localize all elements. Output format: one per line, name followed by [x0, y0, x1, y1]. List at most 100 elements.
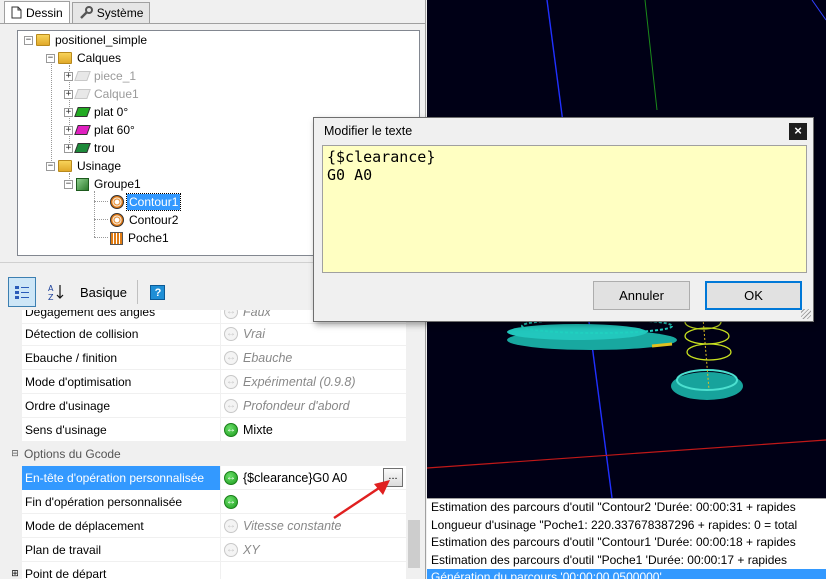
- property-row[interactable]: Détection de collision ↔ Vrai: [8, 321, 406, 346]
- tree-node-label: Poche1: [128, 231, 169, 245]
- row-margin: [8, 417, 22, 442]
- expand-icon[interactable]: ⊞: [8, 561, 22, 579]
- dialog-text-area[interactable]: [322, 145, 807, 273]
- override-active-icon[interactable]: ↔: [224, 494, 238, 509]
- collapse-icon[interactable]: −: [64, 179, 73, 189]
- log-line-selected: Génération du parcours '00:00:00.0500000…: [427, 569, 826, 579]
- tree-node-groupe[interactable]: − Groupe1: [64, 175, 143, 193]
- pocket-op-icon: [110, 231, 123, 245]
- output-log[interactable]: Estimation des parcours d'outil "Contour…: [427, 498, 826, 579]
- tree-node-layer[interactable]: + trou: [64, 139, 117, 157]
- tree-node-usinage[interactable]: − Usinage: [46, 157, 123, 175]
- tree-node-calques[interactable]: − Calques: [46, 49, 123, 67]
- tree-node-poche1[interactable]: Poche1: [110, 229, 171, 247]
- property-row[interactable]: Mode d'optimisation ↔ Expérimental (0.9.…: [8, 369, 406, 394]
- expand-icon[interactable]: +: [64, 143, 73, 153]
- property-row[interactable]: Plan de travail ↔ XY: [8, 537, 406, 562]
- tree-line: [94, 201, 108, 202]
- row-margin: [8, 369, 22, 394]
- tree-node-contour1[interactable]: Contour1: [110, 193, 182, 211]
- expand-icon[interactable]: +: [64, 107, 73, 117]
- tree-node-label: Contour2: [129, 213, 179, 227]
- tab-systeme-label: Système: [96, 6, 144, 20]
- log-line: Estimation des parcours d'outil "Contour…: [431, 535, 796, 549]
- folder-icon: [36, 34, 50, 46]
- tree-node-label: positionel_simple: [55, 33, 148, 47]
- folder-icon: [58, 160, 72, 172]
- log-line: Estimation des parcours d'outil "Poche1 …: [431, 552, 788, 567]
- tab-dessin[interactable]: Dessin: [4, 1, 70, 23]
- dialog-title: Modifier le texte: [324, 124, 413, 138]
- property-value[interactable]: Expérimental (0.9.8): [241, 370, 406, 394]
- property-value[interactable]: Profondeur d'abord: [241, 394, 406, 418]
- axis-line-blue: [811, 0, 826, 21]
- expand-icon[interactable]: +: [64, 89, 73, 99]
- tree-node-layer[interactable]: + plat 60°: [64, 121, 137, 139]
- tree-node-contour2[interactable]: Contour2: [110, 211, 180, 229]
- property-scrollbar[interactable]: [406, 310, 422, 579]
- category-label: Options du Gcode: [24, 446, 121, 461]
- collapse-icon[interactable]: ⊟: [8, 441, 22, 466]
- inherit-toggle-icon[interactable]: ↔: [224, 542, 238, 557]
- property-value[interactable]: Mixte: [241, 418, 406, 442]
- tree-node-label: Usinage: [77, 159, 122, 173]
- property-row[interactable]: Ebauche / finition ↔ Ebauche: [8, 345, 406, 370]
- categorized-button[interactable]: [8, 277, 36, 307]
- tree-node-label: Groupe1: [94, 177, 141, 191]
- property-name: Plan de travail: [22, 537, 221, 562]
- row-margin: [8, 489, 22, 514]
- inherit-toggle-icon[interactable]: ↔: [224, 518, 238, 533]
- tree-node-layer[interactable]: + Calque1: [64, 85, 141, 103]
- property-value[interactable]: XY: [241, 538, 406, 562]
- inherit-toggle-icon[interactable]: ↔: [224, 374, 238, 389]
- property-value[interactable]: Ebauche: [241, 346, 406, 370]
- tree-node-label: Calques: [77, 51, 122, 65]
- inherit-toggle-icon[interactable]: ↔: [224, 310, 238, 319]
- collapse-icon[interactable]: −: [46, 53, 55, 63]
- scrollbar-thumb[interactable]: [408, 520, 420, 568]
- folder-icon: [58, 52, 72, 64]
- red-arrow-annotation: [333, 480, 390, 519]
- close-icon[interactable]: ×: [789, 123, 807, 140]
- property-row[interactable]: ⊞ Point de départ: [8, 561, 406, 579]
- panel-tabs: Dessin Système: [4, 1, 152, 24]
- contour-op-icon: [110, 195, 124, 209]
- collapse-icon[interactable]: −: [24, 35, 33, 45]
- cancel-button[interactable]: Annuler: [593, 281, 690, 310]
- override-active-icon[interactable]: ↔: [224, 470, 238, 485]
- tree-line: [94, 191, 95, 237]
- tree-node-root[interactable]: − positionel_simple: [24, 31, 149, 49]
- basic-button[interactable]: Basique: [76, 277, 131, 307]
- property-value[interactable]: [241, 562, 406, 579]
- inherit-toggle-icon[interactable]: ↔: [224, 398, 238, 413]
- ok-button[interactable]: OK: [705, 281, 802, 310]
- inherit-toggle-icon[interactable]: ↔: [224, 350, 238, 365]
- tab-dessin-label: Dessin: [26, 5, 63, 20]
- property-value[interactable]: Vrai: [241, 322, 406, 346]
- help-button[interactable]: ?: [144, 277, 172, 307]
- override-active-icon[interactable]: ↔: [224, 422, 238, 437]
- property-category[interactable]: ⊟ Options du Gcode: [8, 441, 406, 466]
- inherit-toggle-icon[interactable]: ↔: [224, 326, 238, 341]
- property-row[interactable]: Ordre d'usinage ↔ Profondeur d'abord: [8, 393, 406, 418]
- expand-icon[interactable]: +: [64, 125, 73, 135]
- property-grid[interactable]: Dégagement des angles ↔ Faux Détection d…: [8, 310, 406, 579]
- tree-node-label: trou: [94, 141, 115, 155]
- toolpath-shape: [686, 343, 732, 361]
- collapse-icon[interactable]: −: [46, 161, 55, 171]
- svg-text:A: A: [48, 284, 54, 293]
- property-row[interactable]: Sens d'usinage ↔ Mixte: [8, 417, 406, 442]
- sort-az-button[interactable]: A Z: [42, 277, 70, 307]
- axis-line-red: [427, 439, 826, 469]
- contour-op-icon: [110, 213, 124, 227]
- expand-icon[interactable]: +: [64, 71, 73, 81]
- tab-divider: [0, 23, 426, 24]
- edit-text-dialog: Modifier le texte × Annuler OK: [313, 117, 814, 322]
- row-margin: [8, 345, 22, 370]
- row-margin: [8, 321, 22, 346]
- resize-grip-icon[interactable]: [801, 309, 811, 319]
- layer-icon: [74, 107, 91, 117]
- tab-systeme[interactable]: Système: [71, 2, 151, 23]
- tree-node-layer[interactable]: + plat 0°: [64, 103, 130, 121]
- tree-node-layer[interactable]: + piece_1: [64, 67, 138, 85]
